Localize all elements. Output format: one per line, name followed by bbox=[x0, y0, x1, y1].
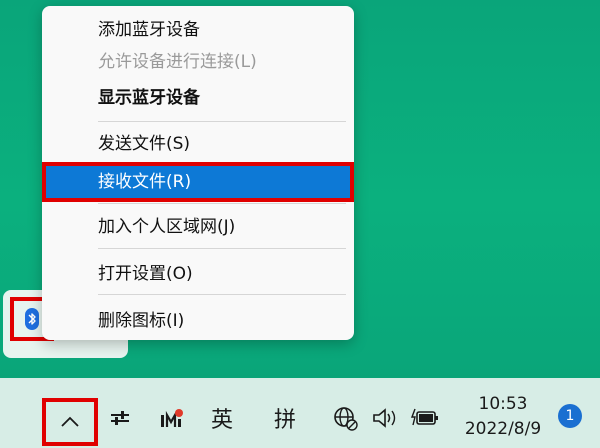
bluetooth-context-menu: 添加蓝牙设备 允许设备进行连接(L) 显示蓝牙设备 发送文件(S) 接收文件(R… bbox=[42, 6, 354, 340]
menu-item-open-settings[interactable]: 打开设置(O) bbox=[42, 258, 354, 290]
chevron-up-icon bbox=[61, 416, 79, 427]
menu-item-label: 加入个人区域网(J) bbox=[98, 217, 236, 237]
ime-language-indicator[interactable]: 英 bbox=[205, 400, 239, 436]
menu-separator bbox=[98, 203, 346, 204]
menu-item-label: 发送文件(S) bbox=[98, 134, 191, 154]
menu-item-label: 显示蓝牙设备 bbox=[98, 88, 200, 108]
clock-time: 10:53 bbox=[478, 394, 528, 414]
menu-item-label: 打开设置(O) bbox=[98, 264, 193, 284]
menu-item-receive-file[interactable]: 接收文件(R) bbox=[42, 162, 354, 202]
menu-item-label: 删除图标(I) bbox=[98, 311, 185, 331]
menu-item-allow-connect: 允许设备进行连接(L) bbox=[42, 46, 354, 78]
ime-language-label: 英 bbox=[210, 408, 233, 433]
bluetooth-icon bbox=[25, 308, 39, 330]
menu-item-remove-icon[interactable]: 删除图标(I) bbox=[42, 305, 354, 337]
menu-item-label: 接收文件(R) bbox=[98, 172, 192, 192]
menu-item-label: 允许设备进行连接(L) bbox=[98, 52, 257, 72]
menu-separator bbox=[98, 294, 346, 295]
ime-mode-label: 拼 bbox=[273, 408, 296, 433]
ime-m-icon[interactable] bbox=[156, 400, 186, 436]
menu-item-join-pan[interactable]: 加入个人区域网(J) bbox=[42, 211, 354, 243]
menu-item-show-bluetooth-devices[interactable]: 显示蓝牙设备 bbox=[42, 82, 354, 114]
volume-icon[interactable] bbox=[370, 400, 400, 436]
menu-separator bbox=[98, 121, 346, 122]
battery-charging-icon[interactable] bbox=[410, 400, 442, 436]
clock-date: 2022/8/9 bbox=[464, 419, 542, 439]
network-globe-icon[interactable] bbox=[330, 400, 360, 436]
taskbar-clock[interactable]: 10:53 2022/8/9 bbox=[455, 392, 551, 442]
menu-item-add-bluetooth-device[interactable]: 添加蓝牙设备 bbox=[42, 14, 354, 46]
menu-item-label: 添加蓝牙设备 bbox=[98, 20, 200, 40]
menu-separator bbox=[98, 248, 346, 249]
show-hidden-icons-button[interactable] bbox=[42, 398, 98, 446]
notification-badge[interactable]: 1 bbox=[558, 404, 582, 428]
sliders-icon[interactable] bbox=[106, 400, 134, 436]
ime-mode-indicator[interactable]: 拼 bbox=[268, 400, 302, 436]
menu-item-send-file[interactable]: 发送文件(S) bbox=[42, 128, 354, 160]
